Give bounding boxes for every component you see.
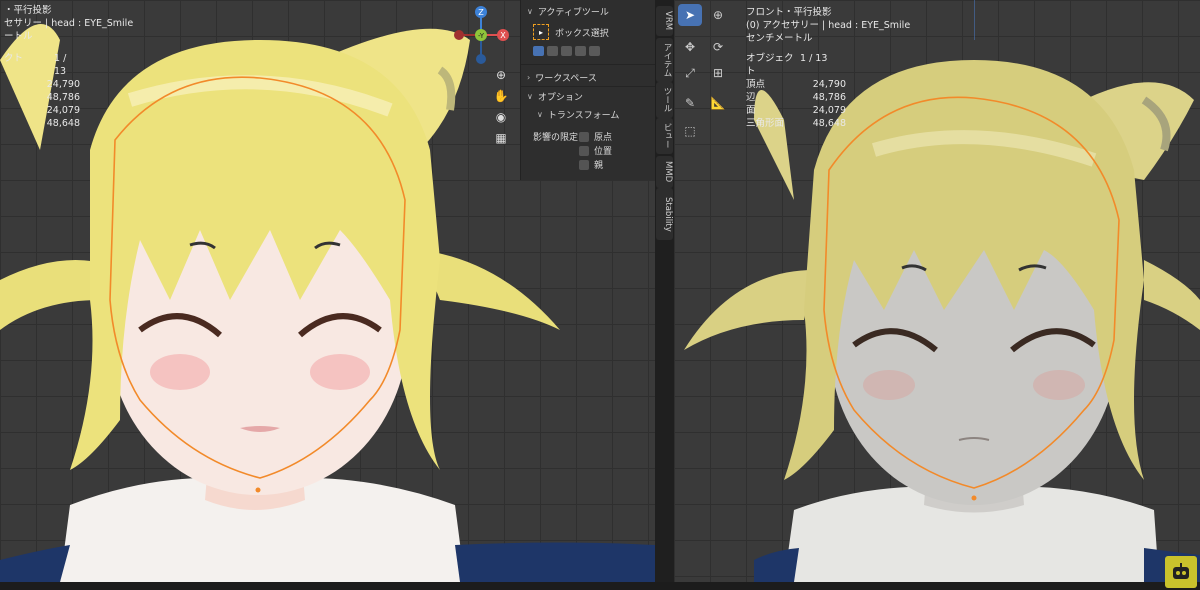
camera-icon[interactable]: ◉ xyxy=(492,108,510,126)
workspace-header[interactable]: › ワークスペース xyxy=(527,71,597,84)
gizmo-y-label: -Y xyxy=(478,32,485,40)
tab-tool[interactable]: ツール xyxy=(656,82,673,118)
transform-tool-icon[interactable]: ⊞ xyxy=(706,62,730,84)
viewport-left[interactable]: ・平行投影 セサリー | head : EYE_Smile ートル クト 1 / … xyxy=(0,0,655,582)
active-object-text: セサリー | head : EYE_Smile xyxy=(4,18,134,29)
tab-stability[interactable]: Stability xyxy=(656,188,673,240)
stat-label xyxy=(4,117,20,130)
stat-value: 24,079 xyxy=(812,105,846,116)
sidebar-tab-strip: VRM アイテム ツール ビュー MMD Stability xyxy=(655,0,674,582)
addon-robot-icon[interactable] xyxy=(1165,556,1197,588)
mode-new-icon[interactable] xyxy=(533,46,544,56)
active-tool-header[interactable]: ∨ アクティブツール xyxy=(527,5,609,18)
active-object-text: (0) アクセサリー | head : EYE_Smile xyxy=(746,20,911,31)
checkbox-origins[interactable]: 原点 xyxy=(579,130,612,143)
stat-label: クト xyxy=(4,53,24,64)
select-box-tool-icon[interactable]: ➤ xyxy=(678,4,702,26)
tab-view[interactable]: ビュー xyxy=(656,118,673,154)
mode-subtract-icon[interactable] xyxy=(561,46,572,56)
hand-pan-icon[interactable]: ✋ xyxy=(492,87,510,105)
box-select-icon: ▸ xyxy=(533,24,549,40)
affect-only-label: 影響の限定 xyxy=(533,133,579,143)
chevron-down-icon: ∨ xyxy=(527,7,533,16)
stat-value: 48,648 xyxy=(46,118,80,129)
scene-statistics: オブジェクト 1 / 13 頂点 24,790 辺 48,786 面 24,079 三角… xyxy=(746,52,846,130)
tab-mmd[interactable]: MMD xyxy=(656,156,673,188)
status-bar xyxy=(0,582,1200,590)
zoom-icon[interactable]: ⊕ xyxy=(492,66,510,84)
stat-value: 48,786 xyxy=(46,92,80,103)
selection-mode-buttons[interactable] xyxy=(533,46,600,56)
stat-label: 面 xyxy=(746,105,756,116)
annotate-tool-icon[interactable]: ✎ xyxy=(678,92,702,114)
stat-value: 1 / 13 xyxy=(800,53,828,64)
viewport-right[interactable]: フロント・平行投影 (0) アクセサリー | head : EYE_Smile … xyxy=(674,0,1200,582)
move-tool-icon[interactable]: ✥ xyxy=(678,36,702,58)
stat-label xyxy=(4,78,20,91)
chevron-right-icon: › xyxy=(527,73,531,82)
scene-statistics: クト 1 / 13 24,790 48,786 24,079 48,648 xyxy=(4,52,80,130)
measure-tool-icon[interactable]: 📐 xyxy=(706,92,730,114)
stat-label: 辺 xyxy=(746,92,756,103)
chevron-down-icon: ∨ xyxy=(537,110,543,119)
stat-value: 48,786 xyxy=(812,92,846,103)
units-text: センチメートル xyxy=(746,33,813,44)
stat-label: オブジェクト xyxy=(746,53,794,77)
stat-value: 48,648 xyxy=(812,118,846,129)
gizmo-x-label: X xyxy=(500,31,506,40)
box-select-tool[interactable]: ▸ ボックス選択 xyxy=(533,24,609,40)
stat-label: 頂点 xyxy=(746,79,766,90)
view-name-text: ・平行投影 xyxy=(4,5,52,16)
stat-label: 三角形面 xyxy=(746,118,785,129)
scale-tool-icon[interactable]: ⤢ xyxy=(678,62,702,84)
transform-header[interactable]: ∨ トランスフォーム xyxy=(537,108,619,121)
view-name-text: フロント・平行投影 xyxy=(746,7,832,18)
checkbox-icon xyxy=(579,145,589,156)
stat-value: 1 / 13 xyxy=(54,53,67,77)
options-header[interactable]: ∨ オプション xyxy=(527,90,583,103)
tab-vrm[interactable]: VRM xyxy=(656,6,673,36)
chevron-down-icon: ∨ xyxy=(527,92,533,101)
navigation-gizmo[interactable]: Z X -Y xyxy=(452,4,512,66)
checkbox-parents[interactable]: 親 xyxy=(579,158,603,171)
mode-extend-icon[interactable] xyxy=(547,46,558,56)
stat-value: 24,790 xyxy=(812,79,846,90)
stat-value: 24,079 xyxy=(46,105,80,116)
grid-icon[interactable]: ▦ xyxy=(492,129,510,147)
mode-invert-icon[interactable] xyxy=(575,46,586,56)
checkbox-icon xyxy=(579,159,589,170)
rotate-tool-icon[interactable]: ⟳ xyxy=(706,36,730,58)
tab-item[interactable]: アイテム xyxy=(656,38,673,82)
units-text: ートル xyxy=(4,31,33,42)
checkbox-icon xyxy=(579,131,589,142)
add-cube-tool-icon[interactable]: ⬚ xyxy=(678,120,702,142)
stat-label xyxy=(4,91,20,104)
gizmo-z-label: Z xyxy=(478,8,484,17)
cursor-tool-icon[interactable]: ⊕ xyxy=(706,4,730,26)
stat-value: 24,790 xyxy=(46,79,80,90)
stat-label xyxy=(4,104,20,117)
mode-intersect-icon[interactable] xyxy=(589,46,600,56)
sidebar-panel: ∨ アクティブツール ▸ ボックス選択 › ワークスペース ∨ オプション ∨ トランス… xyxy=(520,0,655,180)
checkbox-locations[interactable]: 位置 xyxy=(579,144,612,157)
